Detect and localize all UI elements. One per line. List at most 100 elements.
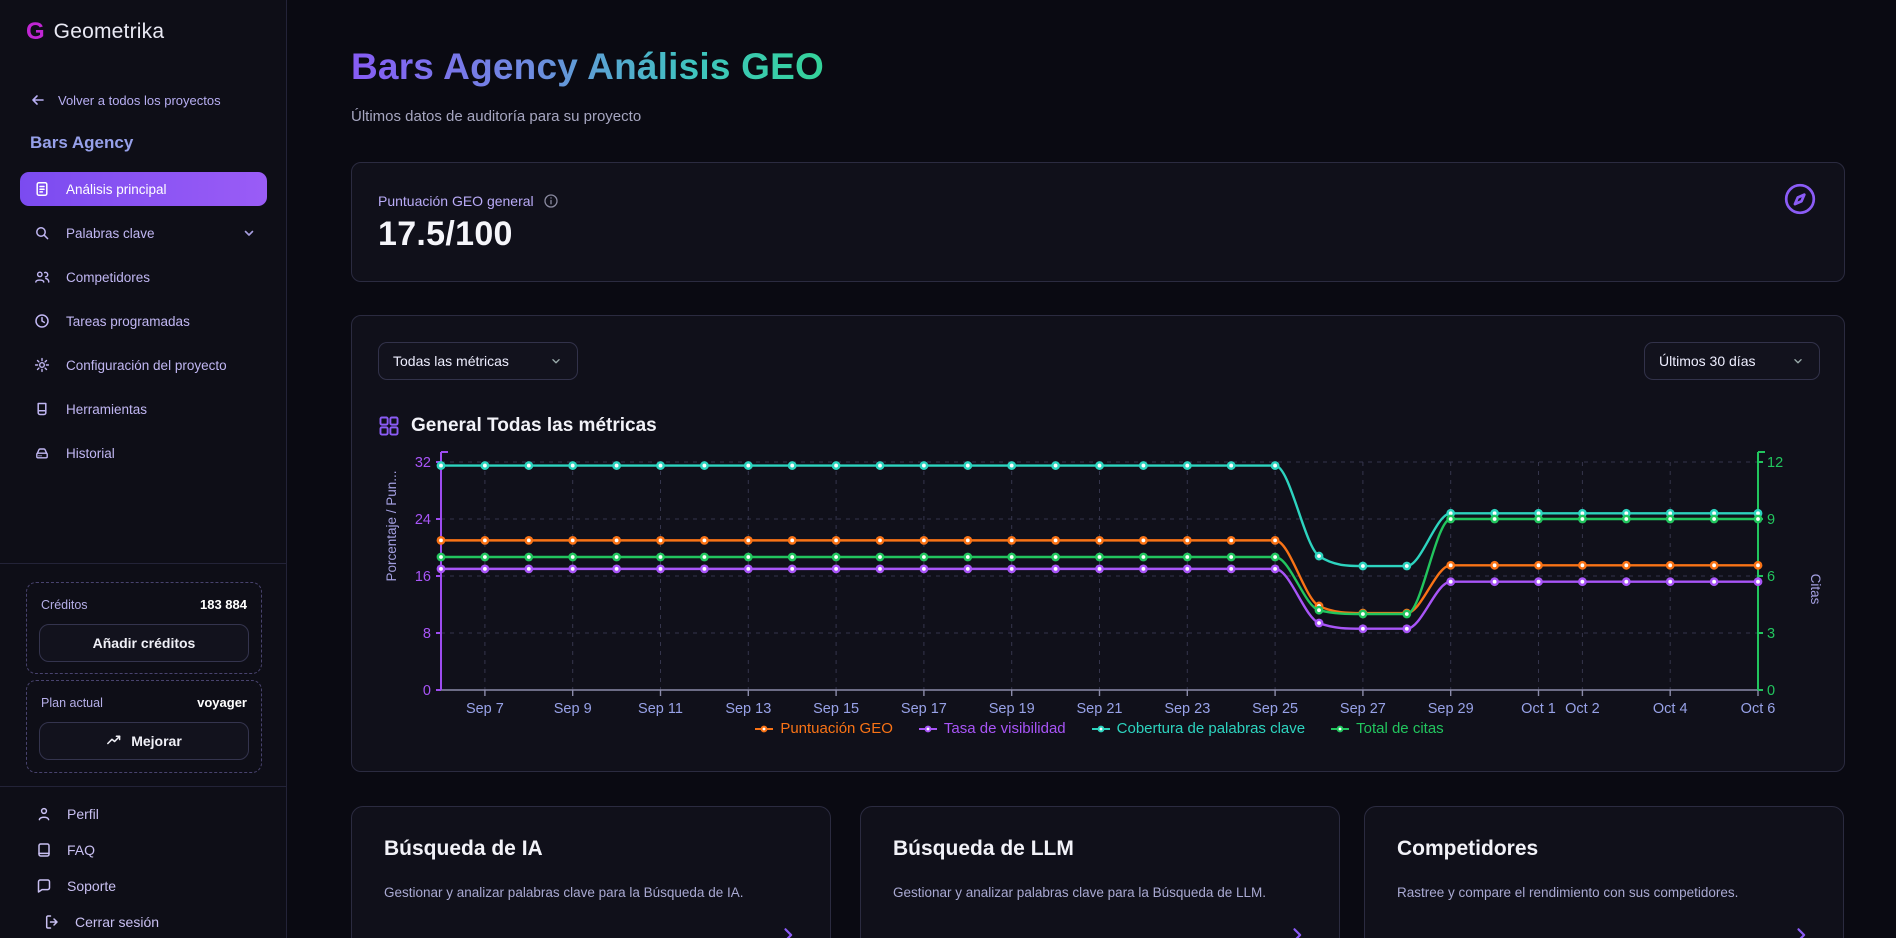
geo-score-card: Puntuación GEO general 17.5/100 (351, 162, 1845, 282)
legend-item[interactable]: Tasa de visibilidad (919, 720, 1066, 737)
legend-marker-icon (919, 723, 937, 735)
user-icon (36, 806, 52, 822)
card-description: Gestionar y analizar palabras clave para… (893, 883, 1311, 903)
sidebar-item-label: Competidores (66, 270, 150, 285)
logout-icon (44, 914, 60, 930)
sidebar-item-perfil[interactable]: Perfil (36, 802, 159, 826)
svg-text:8: 8 (423, 626, 431, 642)
legend-item[interactable]: Cobertura de palabras clave (1092, 720, 1305, 737)
svg-text:12: 12 (1767, 455, 1783, 471)
credits-label: Créditos (41, 598, 88, 612)
chevron-down-icon[interactable] (241, 225, 257, 241)
chevron-down-icon (549, 354, 563, 368)
svg-text:Sep 7: Sep 7 (466, 701, 504, 717)
upgrade-label: Mejorar (131, 733, 182, 749)
svg-text:Sep 25: Sep 25 (1252, 701, 1298, 717)
svg-text:Sep 15: Sep 15 (813, 701, 859, 717)
legend-label: Total de citas (1356, 720, 1444, 737)
gear-icon (34, 357, 50, 373)
sidebar-item-historial[interactable]: Historial (20, 436, 267, 470)
sidebar-item-faq[interactable]: FAQ (36, 838, 159, 862)
sidebar-item-label: Palabras clave (66, 226, 155, 241)
sidebar-footer-label: Soporte (67, 878, 116, 894)
project-name: Bars Agency (30, 133, 133, 153)
legend-item[interactable]: Puntuación GEO (755, 720, 893, 737)
svg-text:Sep 27: Sep 27 (1340, 701, 1386, 717)
info-icon[interactable] (543, 193, 559, 209)
users-icon (34, 269, 50, 285)
sidebar-item-competidores[interactable]: Competidores (20, 260, 267, 294)
credits-value: 183 884 (200, 597, 247, 612)
arrow-left-icon (30, 92, 46, 108)
search-icon (34, 225, 50, 241)
chevron-right-icon[interactable] (1791, 925, 1811, 938)
legend-label: Puntuación GEO (780, 720, 893, 737)
sidebar-item-tareas-programadas[interactable]: Tareas programadas (20, 304, 267, 338)
svg-text:32: 32 (415, 455, 431, 471)
trending-up-icon (106, 733, 122, 749)
sidebar-item-palabras-clave[interactable]: Palabras clave (20, 216, 267, 250)
svg-text:Sep 13: Sep 13 (725, 701, 771, 717)
chevron-down-icon (1791, 354, 1805, 368)
card-title: Competidores (1397, 837, 1538, 861)
sidebar-footer-label: Cerrar sesión (75, 914, 159, 930)
add-credits-label: Añadir créditos (93, 635, 196, 651)
sidebar-item-configuracion[interactable]: Configuración del proyecto (20, 348, 267, 382)
svg-text:16: 16 (415, 569, 431, 585)
plan-label: Plan actual (41, 696, 103, 710)
page-title: Bars Agency Análisis GEO (351, 46, 824, 88)
chart-legend: Puntuación GEO Tasa de visibilidad Cobertu… (441, 720, 1758, 737)
sidebar-item-soporte[interactable]: Soporte (36, 874, 159, 898)
back-to-projects-link[interactable]: Volver a todos los proyectos (30, 92, 221, 108)
svg-text:0: 0 (423, 683, 431, 699)
book-icon (36, 842, 52, 858)
clock-icon (34, 313, 50, 329)
sidebar-item-herramientas[interactable]: Herramientas (20, 392, 267, 426)
brand-name: Geometrika (54, 20, 165, 44)
svg-text:Sep 21: Sep 21 (1077, 701, 1123, 717)
chevron-right-icon[interactable] (778, 925, 798, 938)
range-filter-value: Últimos 30 días (1659, 353, 1755, 369)
geo-score-label: Puntuación GEO general (378, 193, 534, 209)
svg-text:Oct 4: Oct 4 (1653, 701, 1688, 717)
plan-value: voyager (197, 695, 247, 710)
upgrade-button[interactable]: Mejorar (39, 722, 249, 760)
card-competidores[interactable]: Competidores Rastree y compare el rendim… (1364, 806, 1844, 938)
sidebar-item-label: Tareas programadas (66, 314, 190, 329)
plan-box: Plan actual voyager Mejorar (26, 680, 262, 773)
geo-score-value: 17.5/100 (378, 215, 513, 254)
sidebar-item-label: Configuración del proyecto (66, 358, 227, 373)
svg-text:Sep 9: Sep 9 (554, 701, 592, 717)
svg-text:Oct 1: Oct 1 (1521, 701, 1556, 717)
chat-icon (36, 878, 52, 894)
sidebar-item-label: Análisis principal (66, 182, 167, 197)
metrics-line-chart: Sep 7Sep 9Sep 11Sep 13Sep 15Sep 17Sep 19… (352, 431, 1846, 719)
brand-logo-icon: G (26, 20, 45, 44)
range-filter-dropdown[interactable]: Últimos 30 días (1644, 342, 1820, 380)
chevron-right-icon[interactable] (1287, 925, 1307, 938)
card-title: Búsqueda de IA (384, 837, 543, 861)
card-description: Gestionar y analizar palabras clave para… (384, 883, 802, 903)
svg-text:Sep 11: Sep 11 (638, 701, 683, 717)
svg-text:Porcentaje / Pun...: Porcentaje / Pun... (384, 470, 399, 581)
sidebar: G Geometrika Volver a todos los proyecto… (0, 0, 287, 938)
svg-text:Oct 6: Oct 6 (1741, 701, 1776, 717)
svg-text:6: 6 (1767, 569, 1775, 585)
metric-filter-value: Todas las métricas (393, 353, 509, 369)
svg-text:Citas: Citas (1808, 574, 1823, 605)
sidebar-item-analisis-principal[interactable]: Análisis principal (20, 172, 267, 206)
svg-text:Oct 2: Oct 2 (1565, 701, 1600, 717)
add-credits-button[interactable]: Añadir créditos (39, 624, 249, 662)
legend-item[interactable]: Total de citas (1331, 720, 1444, 737)
metric-filter-dropdown[interactable]: Todas las métricas (378, 342, 578, 380)
card-busqueda-llm[interactable]: Búsqueda de LLM Gestionar y analizar pal… (860, 806, 1340, 938)
page-subtitle: Últimos datos de auditoría para su proye… (351, 108, 641, 125)
compass-icon[interactable] (1782, 181, 1818, 217)
sidebar-item-cerrar-sesion[interactable]: Cerrar sesión (44, 910, 159, 934)
sidebar-nav: Análisis principal Palabras clave Compet… (20, 172, 267, 480)
svg-text:Sep 19: Sep 19 (989, 701, 1035, 717)
card-busqueda-ia[interactable]: Búsqueda de IA Gestionar y analizar pala… (351, 806, 831, 938)
back-to-projects-label: Volver a todos los proyectos (58, 93, 221, 108)
svg-text:24: 24 (415, 512, 431, 528)
legend-marker-icon (1092, 723, 1110, 735)
